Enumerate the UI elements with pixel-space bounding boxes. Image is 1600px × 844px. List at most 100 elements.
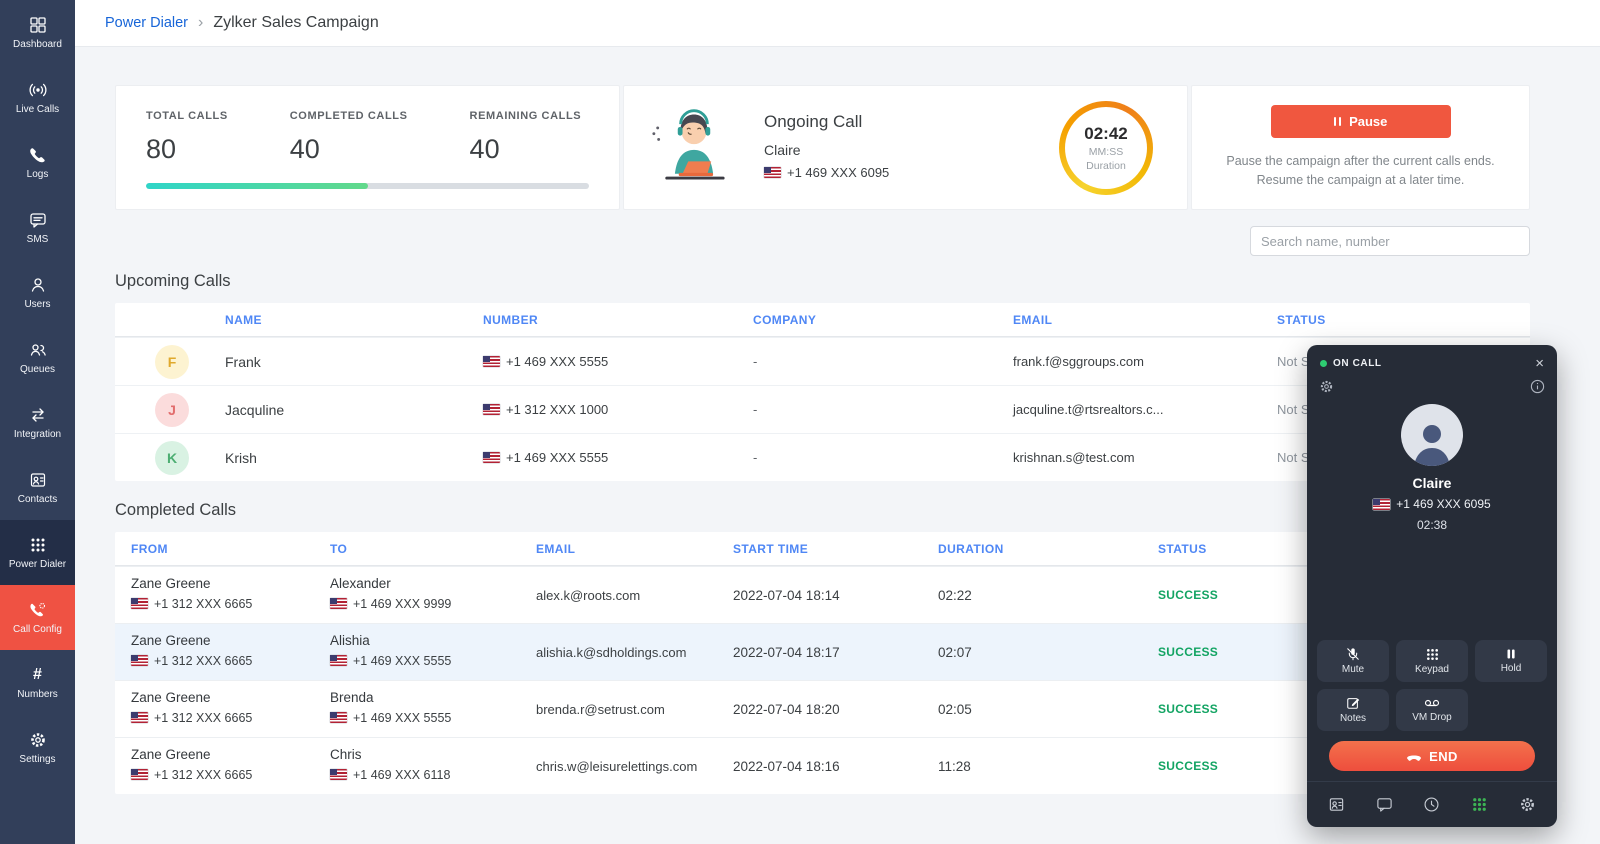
sidebar-item-label: Settings	[19, 754, 55, 765]
upcoming-calls-title: Upcoming Calls	[115, 272, 1530, 291]
stat-label: COMPLETED CALLS	[290, 110, 408, 122]
contact-number: +1 469 XXX 5555	[506, 354, 608, 369]
us-flag-icon	[483, 404, 500, 415]
sidebar-item-queues[interactable]: Queues	[0, 325, 75, 390]
queues-icon	[29, 341, 47, 359]
contact-company: -	[753, 354, 1013, 369]
top-bar: Power Dialer › Zylker Sales Campaign	[75, 0, 1600, 47]
keypad-icon	[1426, 648, 1439, 661]
upcoming-table-header: NAME NUMBER COMPANY EMAIL STATUS	[115, 303, 1530, 337]
sidebar-item-dashboard[interactable]: Dashboard	[0, 0, 75, 65]
sidebar-item-numbers[interactable]: # Numbers	[0, 650, 75, 715]
to-number: +1 469 XXX 9999	[353, 597, 451, 611]
us-flag-icon	[131, 712, 148, 723]
call-duration: 02:05	[938, 702, 1158, 717]
sidebar-item-label: SMS	[27, 234, 49, 245]
mute-button[interactable]: Mute	[1317, 640, 1389, 682]
on-call-widget: ON CALL × Claire +1 469 XXX 6095 02:38 M…	[1307, 345, 1557, 827]
power-dialer-keypad-icon	[29, 536, 47, 554]
sms-bubble-icon	[29, 211, 47, 229]
call-config-icon	[29, 601, 47, 619]
sidebar-item-label: Live Calls	[16, 104, 59, 115]
pause-description-line1: Pause the campaign after the current cal…	[1226, 152, 1494, 171]
sidebar-item-integration[interactable]: Integration	[0, 390, 75, 455]
column-header-email: EMAIL	[1013, 313, 1277, 327]
column-header-company: COMPANY	[753, 313, 1013, 327]
ongoing-call-number: +1 469 XXX 6095	[787, 165, 889, 180]
to-name: Alishia	[330, 633, 536, 648]
chat-icon[interactable]	[1376, 796, 1393, 813]
voicemail-icon	[1424, 697, 1440, 709]
sidebar-item-call-config[interactable]: Call Config	[0, 585, 75, 650]
sidebar-item-power-dialer[interactable]: Power Dialer	[0, 520, 75, 585]
contact-email: jacquline.t@rtsrealtors.c...	[1013, 402, 1277, 417]
avatar: J	[155, 393, 189, 427]
widget-bottom-toolbar	[1307, 781, 1557, 827]
contact-name: Frank	[225, 354, 261, 370]
sidebar-item-logs[interactable]: Logs	[0, 130, 75, 195]
page-title: Zylker Sales Campaign	[213, 14, 378, 32]
stat-completed-calls: COMPLETED CALLS 40	[290, 110, 408, 165]
sidebar-item-contacts[interactable]: Contacts	[0, 455, 75, 520]
call-history-icon[interactable]	[1423, 796, 1440, 813]
call-email: alex.k@roots.com	[536, 588, 733, 603]
sidebar-item-label: Call Config	[13, 624, 62, 635]
stat-remaining-calls: REMAINING CALLS 40	[470, 110, 582, 165]
contact-card-icon[interactable]	[1328, 796, 1345, 813]
stat-label: REMAINING CALLS	[470, 110, 582, 122]
stat-value: 80	[146, 134, 228, 165]
to-name: Chris	[330, 747, 536, 762]
contact-email: frank.f@sggroups.com	[1013, 354, 1277, 369]
sidebar-item-label: Numbers	[17, 689, 58, 700]
numbers-hash-icon: #	[33, 666, 42, 684]
call-start-time: 2022-07-04 18:14	[733, 588, 938, 603]
us-flag-icon	[483, 356, 500, 367]
progress-fill	[146, 183, 368, 189]
on-call-status-dot	[1320, 360, 1327, 367]
sidebar-item-live-calls[interactable]: Live Calls	[0, 65, 75, 130]
campaign-progress-bar	[146, 183, 589, 189]
vm-drop-button[interactable]: VM Drop	[1396, 689, 1468, 731]
call-duration-ring: 02:42 MM:SS Duration	[1059, 101, 1153, 195]
search-input[interactable]	[1250, 226, 1530, 256]
end-call-handset-icon	[1406, 750, 1422, 763]
info-icon[interactable]	[1530, 379, 1545, 394]
from-name: Zane Greene	[131, 690, 330, 705]
sidebar-item-label: Dashboard	[13, 39, 62, 50]
ongoing-call-name: Claire	[764, 142, 889, 158]
avatar: F	[155, 345, 189, 379]
breadcrumb-parent-link[interactable]: Power Dialer	[105, 15, 188, 31]
keypad-button[interactable]: Keypad	[1396, 640, 1468, 682]
mute-label: Mute	[1342, 664, 1364, 675]
column-header-email: EMAIL	[536, 542, 733, 556]
column-header-name: NAME	[115, 313, 483, 327]
widget-gear-icon[interactable]	[1319, 379, 1334, 394]
users-icon	[29, 276, 47, 294]
sidebar-item-users[interactable]: Users	[0, 260, 75, 325]
dialpad-icon[interactable]	[1471, 796, 1488, 813]
call-duration: 02:22	[938, 588, 1158, 603]
us-flag-icon	[330, 769, 347, 780]
stat-value: 40	[470, 134, 582, 165]
hold-button[interactable]: Hold	[1475, 640, 1547, 682]
end-call-button[interactable]: END	[1329, 741, 1535, 771]
us-flag-icon	[483, 452, 500, 463]
pause-campaign-button[interactable]: Pause	[1271, 105, 1451, 138]
avatar: K	[155, 441, 189, 475]
call-start-time: 2022-07-04 18:16	[733, 759, 938, 774]
call-email: chris.w@leisurelettings.com	[536, 759, 733, 774]
notes-button[interactable]: Notes	[1317, 689, 1389, 731]
sidebar-item-label: Power Dialer	[9, 559, 66, 570]
from-name: Zane Greene	[131, 633, 330, 648]
call-duration-format: MM:SS	[1089, 146, 1123, 158]
pause-button-label: Pause	[1349, 114, 1387, 129]
hold-pause-icon	[1505, 648, 1517, 660]
on-call-status-label: ON CALL	[1333, 358, 1382, 369]
close-icon[interactable]: ×	[1535, 356, 1544, 371]
sidebar-item-settings[interactable]: Settings	[0, 715, 75, 780]
from-number: +1 312 XXX 6665	[154, 654, 252, 668]
sidebar-item-sms[interactable]: SMS	[0, 195, 75, 260]
column-header-status: STATUS	[1277, 313, 1530, 327]
integration-arrows-icon	[29, 406, 47, 424]
widget-settings-gear-icon[interactable]	[1519, 796, 1536, 813]
